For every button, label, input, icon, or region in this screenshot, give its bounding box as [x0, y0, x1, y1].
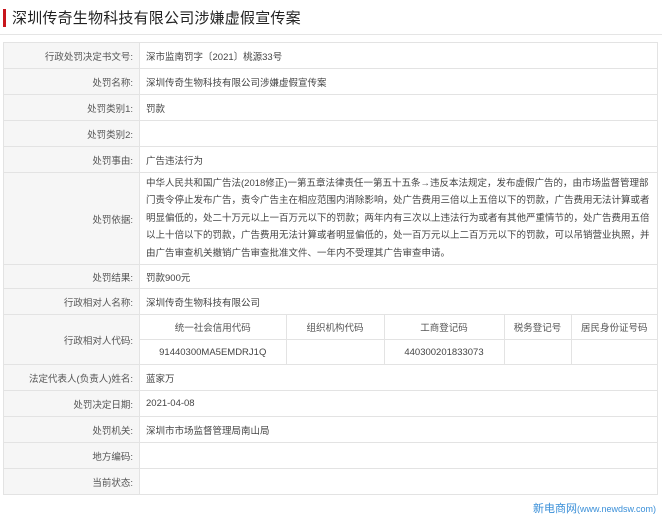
codes-header-id: 居民身份证号码	[571, 315, 657, 340]
codes-header-credit: 统一社会信用代码	[140, 315, 287, 340]
authority-label: 处罚机关:	[3, 416, 140, 443]
row-category1: 处罚类别1: 罚款	[3, 94, 658, 121]
codes-value-org	[286, 339, 385, 364]
codes-value-row: 91440300MA5EMDRJ1Q 440300201833073	[140, 339, 657, 365]
watermark-brand: 新电商网	[532, 503, 577, 515]
codes-value: 统一社会信用代码 组织机构代码 工商登记码 税务登记号 居民身份证号码 9144…	[139, 314, 658, 365]
row-case-name: 处罚名称: 深圳传奇生物科技有限公司涉嫌虚假宣传案	[3, 68, 658, 95]
result-label: 处罚结果:	[3, 264, 140, 289]
row-basis: 处罚依据: 中华人民共和国广告法(2018修正)一第五章法律责任一第五十五条→违…	[3, 172, 658, 265]
page-title: 深圳传奇生物科技有限公司涉嫌虚假宣传案	[12, 10, 301, 27]
row-region-code: 地方编码:	[3, 442, 658, 469]
counterparty-codes-table: 统一社会信用代码 组织机构代码 工商登记码 税务登记号 居民身份证号码 9144…	[140, 315, 657, 364]
codes-value-business: 440300201833073	[384, 339, 505, 364]
codes-value-credit: 91440300MA5EMDRJ1Q	[140, 339, 287, 364]
counterparty-value: 深圳传奇生物科技有限公司	[139, 288, 658, 315]
codes-header-business: 工商登记码	[384, 315, 505, 340]
category1-label: 处罚类别1:	[3, 94, 140, 121]
status-value	[139, 468, 658, 495]
doc-no-value: 深市监南罚字〔2021〕桃源33号	[139, 42, 658, 69]
legal-rep-value: 蓝家万	[139, 364, 658, 391]
category2-label: 处罚类别2:	[3, 120, 140, 147]
region-code-label: 地方编码:	[3, 442, 140, 469]
codes-label: 行政相对人代码:	[3, 314, 140, 365]
decision-date-value: 2021-04-08	[139, 390, 658, 417]
row-authority: 处罚机关: 深圳市市场监督管理局南山局	[3, 416, 658, 443]
category1-value: 罚款	[139, 94, 658, 121]
decision-date-label: 处罚决定日期:	[3, 390, 140, 417]
watermark-url: (www.newdsw.com)	[576, 504, 656, 514]
row-counterparty: 行政相对人名称: 深圳传奇生物科技有限公司	[3, 288, 658, 315]
row-legal-rep: 法定代表人(负责人)姓名: 蓝家万	[3, 364, 658, 391]
codes-header-row: 统一社会信用代码 组织机构代码 工商登记码 税务登记号 居民身份证号码	[140, 315, 657, 340]
case-name-value: 深圳传奇生物科技有限公司涉嫌虚假宣传案	[139, 68, 658, 95]
row-doc-no: 行政处罚决定书文号: 深市监南罚字〔2021〕桃源33号	[3, 42, 658, 69]
status-label: 当前状态:	[3, 468, 140, 495]
codes-header-org: 组织机构代码	[286, 315, 385, 340]
row-reason: 处罚事由: 广告违法行为	[3, 146, 658, 173]
row-codes: 行政相对人代码: 统一社会信用代码 组织机构代码 工商登记码 税务登记号 居民身…	[3, 314, 658, 365]
case-name-label: 处罚名称:	[3, 68, 140, 95]
row-status: 当前状态:	[3, 468, 658, 495]
region-code-value	[139, 442, 658, 469]
reason-label: 处罚事由:	[3, 146, 140, 173]
row-decision-date: 处罚决定日期: 2021-04-08	[3, 390, 658, 417]
reason-value: 广告违法行为	[139, 146, 658, 173]
title-accent-bar	[3, 9, 6, 27]
category2-value	[139, 120, 658, 147]
authority-value: 深圳市市场监督管理局南山局	[139, 416, 658, 443]
row-result: 处罚结果: 罚款900元	[3, 264, 658, 289]
result-value: 罚款900元	[139, 264, 658, 289]
codes-header-tax: 税务登记号	[504, 315, 572, 340]
legal-rep-label: 法定代表人(负责人)姓名:	[3, 364, 140, 391]
codes-value-tax	[504, 339, 572, 364]
row-category2: 处罚类别2:	[3, 120, 658, 147]
page-header: 深圳传奇生物科技有限公司涉嫌虚假宣传案	[0, 0, 662, 35]
site-watermark: 新电商网(www.newdsw.com)	[533, 500, 656, 516]
codes-value-id	[571, 340, 657, 365]
basis-label: 处罚依据:	[3, 172, 140, 265]
doc-no-label: 行政处罚决定书文号:	[3, 42, 140, 69]
counterparty-label: 行政相对人名称:	[3, 288, 140, 315]
basis-value: 中华人民共和国广告法(2018修正)一第五章法律责任一第五十五条→违反本法规定，…	[139, 172, 658, 265]
penalty-info-table: 行政处罚决定书文号: 深市监南罚字〔2021〕桃源33号 处罚名称: 深圳传奇生…	[3, 42, 658, 495]
